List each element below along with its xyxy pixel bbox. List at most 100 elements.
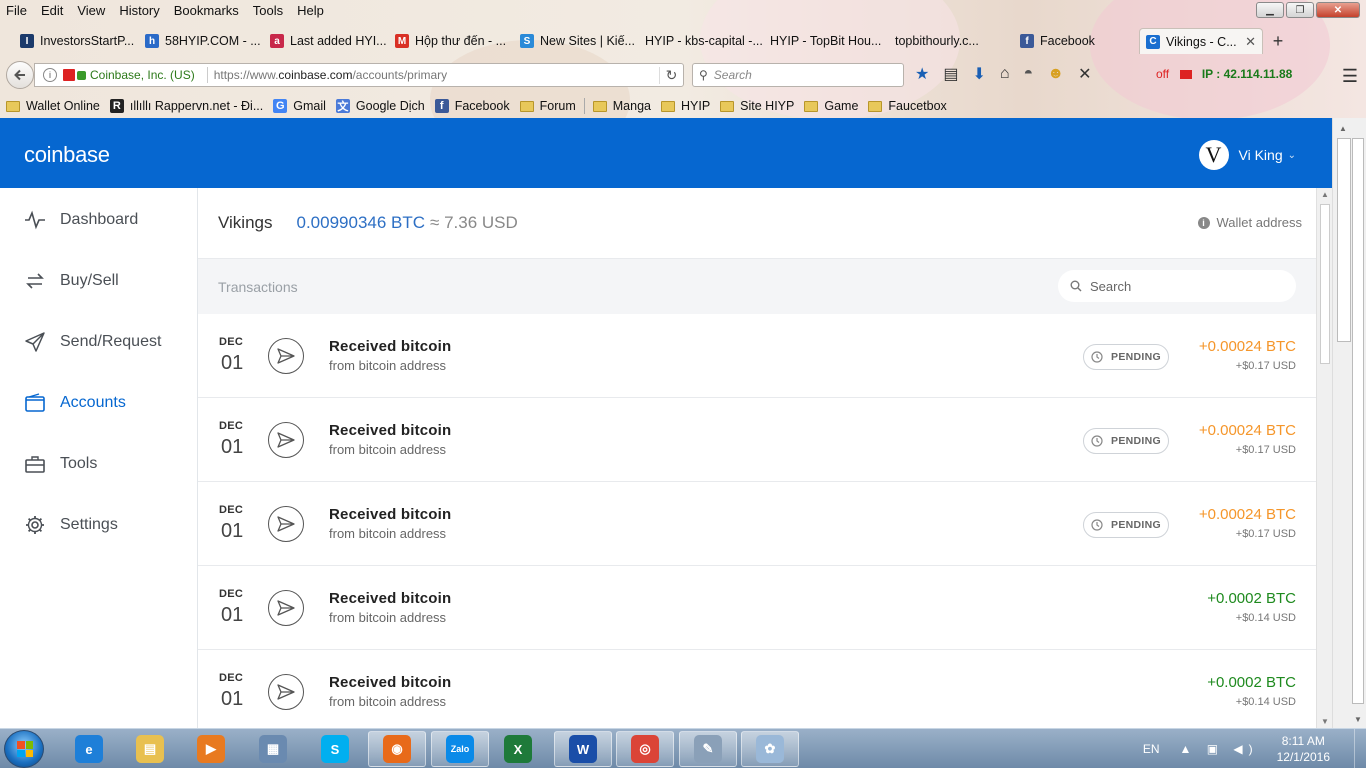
browser-tab[interactable]: I InvestorsStartP... — [14, 28, 139, 54]
tx-month: DEC — [219, 588, 244, 600]
clock[interactable]: 8:11 AM 12/1/2016 — [1277, 733, 1330, 765]
scroll-thumb[interactable] — [1337, 138, 1351, 342]
address-bar[interactable]: i Coinbase, Inc. (US) https://www.coinba… — [34, 63, 684, 87]
taskbar-word-button[interactable]: W — [554, 731, 612, 767]
bookmark-item[interactable]: Faucetbox — [868, 99, 947, 113]
page-scrollbar[interactable]: ▲ ▼ — [1316, 188, 1332, 728]
browser-tab[interactable]: C Vikings - C... ✕ — [1139, 28, 1263, 54]
menu-history[interactable]: History — [119, 3, 159, 18]
bookmark-item[interactable]: Site HIYP — [720, 99, 794, 113]
sidebar-item-send-request[interactable]: Send/Request — [0, 322, 198, 362]
close-window-button[interactable]: ✕ — [1316, 2, 1360, 18]
bookmark-label: ıllıllı Rappervn.net - Đi... — [129, 99, 264, 113]
new-tab-button[interactable]: + — [1263, 28, 1293, 54]
bookmark-item[interactable]: Forum — [519, 99, 576, 113]
sidebar-item-dashboard[interactable]: Dashboard — [0, 200, 198, 240]
scroll-up-icon[interactable]: ▲ — [1339, 124, 1347, 133]
taskbar-media-player-button[interactable]: ▶ — [182, 731, 240, 767]
bookmark-item[interactable]: f Facebook — [434, 99, 510, 113]
browser-tab[interactable]: M Hộp thư đến - ... — [389, 28, 514, 54]
taskbar-zalo-button[interactable]: Zalo — [431, 731, 489, 767]
taskbar-skype-button[interactable]: S — [306, 731, 364, 767]
home-icon[interactable]: ⌂ — [1000, 65, 1010, 83]
transaction-row[interactable]: DEC 01 Received bitcoin from bitcoin addres… — [198, 566, 1316, 650]
wallet-address-button[interactable]: i Wallet address — [1197, 215, 1302, 230]
bookmark-favicon-icon: 文 — [335, 99, 350, 113]
maximize-button[interactable]: ❐ — [1286, 2, 1314, 18]
user-menu[interactable]: V Vi King ⌄ — [1198, 140, 1296, 170]
sidebar-item-accounts[interactable]: Accounts — [0, 383, 198, 423]
menu-tools[interactable]: Tools — [253, 3, 283, 18]
browser-tab[interactable]: S New Sites | Kiế... — [514, 28, 639, 54]
site-identity[interactable]: Coinbase, Inc. (US) — [90, 68, 195, 82]
taskbar-excel-button[interactable]: X — [489, 731, 547, 767]
coinbase-logo[interactable]: coinbase — [24, 142, 110, 168]
url-text[interactable]: https://www.coinbase.com/accounts/primar… — [214, 68, 659, 82]
pocket-icon[interactable]: ◓ — [1024, 65, 1034, 83]
start-button[interactable] — [4, 730, 44, 768]
taskbar-firefox-button[interactable]: ◉ — [368, 731, 426, 767]
taskbar-calculator-button[interactable]: ▦ — [244, 731, 302, 767]
download-icon[interactable]: ⬇ — [972, 64, 985, 84]
bookmark-item[interactable]: Game — [804, 99, 858, 113]
sidebar-item-settings[interactable]: Settings — [0, 505, 198, 545]
sidebar-item-tools[interactable]: Tools — [0, 444, 198, 484]
transaction-row[interactable]: DEC 01 Received bitcoin from bitcoin addres… — [198, 398, 1316, 482]
browser-tab[interactable]: a Last added HYI... — [264, 28, 389, 54]
menu-hamburger-icon[interactable]: ☰ — [1342, 66, 1358, 87]
addon-icon[interactable]: ☻ — [1047, 65, 1064, 83]
taskbar-tool-button[interactable]: ✎ — [679, 731, 737, 767]
browser-tab[interactable]: HYIP - kbs-capital -... — [639, 28, 764, 54]
taskbar-explorer-button[interactable]: ▤ — [121, 731, 179, 767]
bookmark-item[interactable]: 文 Google Dịch — [335, 99, 425, 113]
close-tab-icon[interactable]: ✕ — [1245, 34, 1256, 50]
browser-search-box[interactable]: ⚲ Search — [692, 63, 904, 87]
menu-bookmarks[interactable]: Bookmarks — [174, 3, 239, 18]
bookmark-item[interactable]: G Gmail — [273, 99, 326, 113]
bookmark-item[interactable]: HYIP — [660, 99, 710, 113]
reading-list-icon[interactable]: ▤ — [943, 64, 958, 84]
transaction-row[interactable]: DEC 01 Received bitcoin from bitcoin addres… — [198, 650, 1316, 728]
show-desktop-button[interactable] — [1354, 729, 1366, 769]
bookmark-item[interactable]: Manga — [592, 99, 651, 113]
language-indicator[interactable]: EN — [1143, 742, 1160, 756]
bookmark-star-icon[interactable]: ★ — [915, 64, 929, 84]
scroll-thumb[interactable] — [1320, 204, 1330, 364]
menu-file[interactable]: File — [6, 3, 27, 18]
tracking-shield-icon[interactable] — [63, 69, 75, 81]
menu-edit[interactable]: Edit — [41, 3, 63, 18]
scroll-down-icon[interactable]: ▼ — [1354, 715, 1362, 724]
browser-scrollbar[interactable]: ▲ ▼ — [1332, 118, 1366, 728]
browser-chrome: File Edit View History Bookmarks Tools Help ▁ … — [0, 0, 1366, 118]
menu-help[interactable]: Help — [297, 3, 324, 18]
bookmark-separator — [583, 98, 585, 114]
back-button[interactable] — [6, 61, 34, 89]
browser-tab[interactable]: h 58HYIP.COM - ... — [139, 28, 264, 54]
bookmark-label: Google Dịch — [355, 99, 425, 113]
transaction-row[interactable]: DEC 01 Received bitcoin from bitcoin addres… — [198, 314, 1316, 398]
bookmark-item[interactable]: Rıllıllı Rappervn.net - Đi... — [109, 99, 264, 113]
taskbar-chrome-button[interactable]: ◎ — [616, 731, 674, 767]
taskbar-ie-button[interactable]: e — [60, 731, 118, 767]
ip-indicator[interactable]: off IP : 42.114.11.88 — [1156, 67, 1292, 81]
info-icon[interactable]: i — [43, 68, 57, 82]
browser-tab[interactable]: topbithourly.c... — [889, 28, 1014, 54]
bookmark-label: Site HIYP — [740, 99, 795, 113]
browser-tab[interactable]: f Facebook — [1014, 28, 1139, 54]
sidebar-item-buy-sell[interactable]: Buy/Sell — [0, 261, 198, 301]
menu-view[interactable]: View — [77, 3, 105, 18]
addon-x-icon[interactable]: ✕ — [1078, 64, 1091, 84]
tray-icons[interactable]: ▲ ▣ ◀) — [1180, 742, 1259, 756]
minimize-button[interactable]: ▁ — [1256, 2, 1284, 18]
reload-icon[interactable]: ↻ — [659, 66, 683, 84]
scroll-down-icon[interactable]: ▼ — [1321, 717, 1329, 726]
transaction-row[interactable]: DEC 01 Received bitcoin from bitcoin addres… — [198, 482, 1316, 566]
lock-icon[interactable] — [77, 70, 86, 80]
scroll-thumb-secondary[interactable] — [1352, 138, 1364, 704]
taskbar-paint-button[interactable]: ✿ — [741, 731, 799, 767]
transactions-search-input[interactable]: Search — [1058, 270, 1296, 302]
status-badge: PENDING — [1083, 428, 1169, 454]
scroll-up-icon[interactable]: ▲ — [1321, 190, 1329, 199]
browser-tab[interactable]: HYIP - TopBit Hou... — [764, 28, 889, 54]
bookmark-item[interactable]: Wallet Online — [6, 99, 100, 113]
